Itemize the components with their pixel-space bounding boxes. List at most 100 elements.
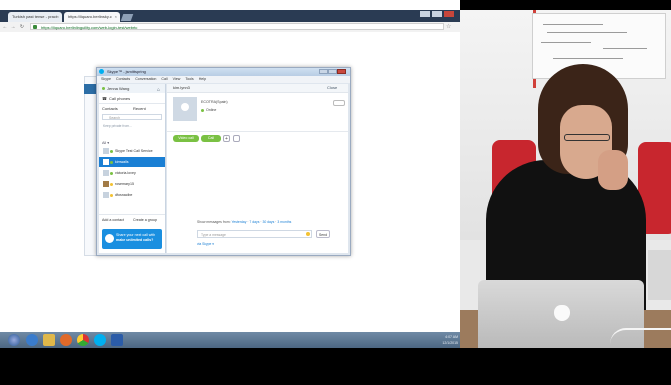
tab-close-icon[interactable]: ×	[115, 12, 117, 22]
radiator	[648, 250, 671, 300]
message-history-filter: Show messages from: Yesterday · 7 days ·…	[197, 220, 292, 224]
contact-name: victoria.lovey	[115, 171, 136, 175]
online-status-icon	[110, 194, 113, 197]
new-tab-button[interactable]	[120, 14, 134, 21]
conversation-title: kim.lynn3	[173, 85, 190, 90]
contact-location: ECOTRA(Spain)	[201, 100, 228, 104]
contact-item[interactable]: dfosnacibe	[99, 190, 165, 200]
folder-icon[interactable]	[43, 334, 55, 346]
menu-tools[interactable]: Tools	[185, 76, 193, 83]
start-button-icon[interactable]	[8, 334, 20, 346]
contact-status: Online	[206, 108, 217, 112]
promo-banner[interactable]: Share your next call with make unlimited…	[102, 229, 162, 249]
skype-sidebar: Jenna Wang ⌂ ☎ Call phones Contacts Rece…	[99, 84, 166, 253]
send-button[interactable]: Send	[316, 230, 330, 238]
menu-view[interactable]: View	[173, 76, 181, 83]
tab-recent[interactable]: Recent	[133, 104, 146, 113]
contact-search-input[interactable]: Search	[102, 114, 162, 120]
skype-window: Skype™ - jsmittspring Skype Contacts Con…	[96, 67, 351, 256]
sidebar-tip: Keep private from...	[103, 124, 132, 128]
tab-close-icon[interactable]: ×	[57, 12, 59, 22]
browser-tab-2[interactable]: https://liquaro.berlinsky.c ×	[64, 12, 120, 22]
contact-item[interactable]: rosemary15	[99, 179, 165, 189]
online-status-icon	[102, 87, 105, 90]
message-input[interactable]: Type a message	[197, 230, 312, 238]
minimize-button[interactable]	[420, 11, 430, 17]
back-icon[interactable]: ←	[2, 24, 8, 30]
profile-bar[interactable]: Jenna Wang ⌂	[99, 84, 165, 93]
chrome-icon[interactable]	[77, 334, 89, 346]
emoticon-icon[interactable]	[306, 232, 310, 236]
history-link-yesterday[interactable]: Yesterday	[231, 220, 246, 224]
phone-icon: ☎	[102, 96, 107, 101]
conversation-close-button[interactable]: Close	[327, 84, 337, 92]
online-status-icon	[110, 183, 113, 186]
history-link-3months[interactable]: 3 months	[277, 220, 291, 224]
divider	[167, 131, 348, 132]
contact-item[interactable]: victoria.lovey	[99, 168, 165, 178]
contact-avatar	[173, 97, 197, 121]
word-icon[interactable]	[111, 334, 123, 346]
call-phones-label: Call phones	[109, 96, 131, 101]
letterbox-bottom	[0, 348, 671, 385]
maximize-button[interactable]	[432, 11, 442, 17]
promo-icon	[105, 234, 114, 243]
browser-tab-2-label: https://liquaro.berlinsky.c	[68, 14, 112, 19]
online-status-icon	[110, 161, 113, 164]
forward-icon[interactable]: →	[10, 24, 16, 30]
menu-skype[interactable]: Skype	[101, 76, 111, 83]
call-quality-icon[interactable]	[233, 135, 240, 142]
avatar-silhouette-icon	[181, 103, 189, 111]
contact-item-selected[interactable]: kimwalls	[99, 157, 165, 167]
close-window-button[interactable]	[444, 11, 454, 17]
add-contact-button[interactable]: Add a contact	[102, 215, 124, 225]
online-status-icon	[110, 150, 113, 153]
online-status-icon	[201, 109, 204, 112]
call-phones-item[interactable]: ☎ Call phones	[99, 94, 165, 104]
add-people-button[interactable]: +	[223, 135, 230, 142]
call-button[interactable]: Call	[201, 135, 221, 142]
tab-contacts[interactable]: Contacts	[102, 104, 118, 113]
address-bar[interactable]: https://liquaro.berlinlinguility.com/web…	[30, 23, 444, 30]
browser-tab-1-label: Turkish past tense - pract	[12, 14, 57, 19]
contact-name: kimwalls	[115, 160, 129, 164]
more-options-button[interactable]	[333, 100, 345, 106]
sidebar-tabs: Contacts Recent	[99, 104, 165, 113]
skype-taskbar-icon[interactable]	[94, 334, 106, 346]
create-group-button[interactable]: Create a group	[133, 215, 157, 225]
skype-maximize-button[interactable]	[328, 69, 337, 74]
system-tray: 4:07 AM 12/1/2015	[388, 334, 458, 346]
menu-contacts[interactable]: Contacts	[116, 76, 130, 83]
webcam-feed	[460, 10, 671, 348]
windows-taskbar: 4:07 AM 12/1/2015	[0, 332, 460, 348]
skype-minimize-button[interactable]	[319, 69, 328, 74]
profile-name: Jenna Wang	[107, 86, 130, 91]
cable	[610, 328, 671, 344]
apple-logo-icon	[554, 305, 570, 321]
ie-icon[interactable]	[26, 334, 38, 346]
conversation-pane: kim.lynn3 Close ECOTRA(Spain) Online Vid…	[167, 84, 348, 253]
reload-icon[interactable]: ↻	[19, 24, 25, 30]
avatar	[103, 170, 109, 176]
menu-call[interactable]: Call	[161, 76, 167, 83]
history-prefix: Show messages from:	[197, 220, 231, 224]
skype-close-button[interactable]	[337, 69, 346, 74]
screen-share: Turkish past tense - pract × https://liq…	[0, 0, 460, 348]
contact-name: Skype Test Call Service	[115, 149, 153, 153]
lock-icon	[33, 25, 37, 29]
promo-text: Share your next call with make unlimited…	[116, 233, 160, 243]
browser-tab-1[interactable]: Turkish past tense - pract ×	[8, 12, 62, 22]
via-skype-selector[interactable]: via Skype ▾	[197, 242, 214, 246]
contact-group-filter[interactable]: All ▾	[102, 140, 109, 145]
glasses	[564, 134, 610, 141]
media-player-icon[interactable]	[60, 334, 72, 346]
skype-title-bar: Skype™ - jsmittspring	[97, 68, 350, 76]
history-link-30days[interactable]: 30 days	[262, 220, 274, 224]
history-link-7days[interactable]: 7 days	[249, 220, 259, 224]
menu-help[interactable]: Help	[199, 76, 206, 83]
bookmark-star-icon[interactable]: ☆	[446, 23, 451, 30]
menu-conversation[interactable]: Conversation	[135, 76, 156, 83]
browser-tab-bar: Turkish past tense - pract × https://liq…	[0, 10, 460, 22]
video-call-button[interactable]: Video call	[173, 135, 199, 142]
contact-item[interactable]: Skype Test Call Service	[99, 146, 165, 156]
